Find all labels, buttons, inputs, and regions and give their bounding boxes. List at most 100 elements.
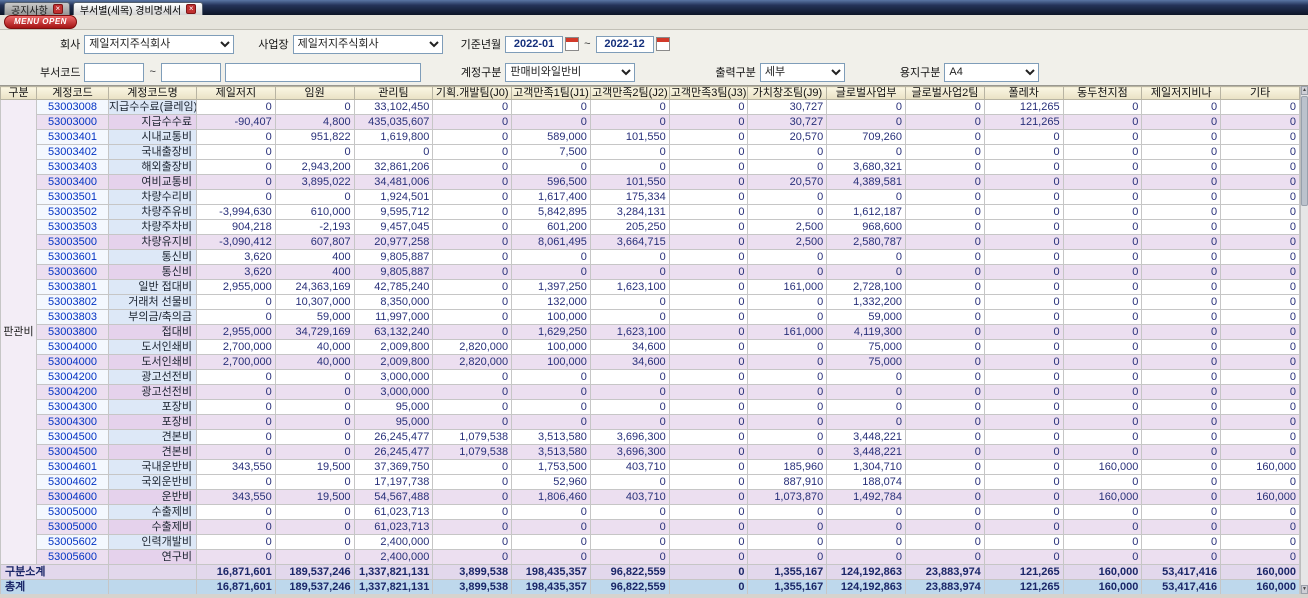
- amount-cell: 0: [432, 174, 513, 190]
- table-row[interactable]: 53005600 연구비 0 0 2,400,000 0 0 0 0 0 0 0 0 0 0 0: [1, 549, 1300, 565]
- period-label: 기준년월: [460, 39, 502, 51]
- amount-cell: 0: [196, 414, 276, 430]
- amount-cell: 343,550: [196, 459, 276, 475]
- account-name-cell: 시내교통비: [108, 129, 197, 145]
- table-row[interactable]: 53004500 견본비 0 0 26,245,477 1,079,538 3,513,58…: [1, 444, 1300, 460]
- table-row[interactable]: 53003803 부의금/축의금 0 59,000 11,997,000 0 100,000…: [1, 309, 1300, 325]
- amount-cell: 0: [1220, 384, 1300, 400]
- table-row[interactable]: 53003801 일반 접대비 2,955,000 24,363,169 42,785,…: [1, 279, 1300, 295]
- amount-cell: 1,304,710: [826, 459, 907, 475]
- table-row[interactable]: 53004600 운반비 343,550 19,500 54,567,488 0 1,806…: [1, 489, 1300, 505]
- amount-cell: 3,899,538: [432, 579, 513, 594]
- amount-cell: 42,785,240: [353, 279, 434, 295]
- table-row[interactable]: 53004500 견본비 0 0 26,245,477 1,079,538 3,513,58…: [1, 429, 1300, 445]
- amount-cell: 26,245,477: [353, 444, 434, 460]
- amount-cell: 4,389,581: [826, 174, 907, 190]
- account-type-label: 계정구분: [460, 67, 502, 79]
- table-row[interactable]: 53003400 여비교통비 0 3,895,022 34,481,006 0 596,50…: [1, 174, 1300, 190]
- amount-cell: 0: [905, 534, 985, 550]
- table-row[interactable]: 53003403 해외출장비 0 2,943,200 32,861,206 0 0 0 0 0 3,…: [1, 159, 1300, 175]
- calendar-icon[interactable]: [655, 37, 670, 51]
- table-row[interactable]: 53004000 도서인쇄비 2,700,000 40,000 2,009,800 2,8…: [1, 339, 1300, 355]
- site-select[interactable]: 제일저지주식회사: [292, 34, 443, 54]
- amount-cell: 0: [589, 264, 670, 280]
- table-row[interactable]: 53005602 인력개발비 0 0 2,400,000 0 0 0 0 0 0 0 0 0 0 0: [1, 534, 1300, 550]
- amount-cell: 0: [668, 294, 749, 310]
- table-row[interactable]: 53003601 통신비 3,620 400 9,805,887 0 0 0 0 0 0 0 0 0 0 0: [1, 249, 1300, 265]
- close-icon[interactable]: ×: [186, 4, 197, 14]
- account-name-cell: 일반 접대비: [108, 279, 197, 295]
- amount-cell: 0: [589, 114, 670, 130]
- paper-type-select[interactable]: A4: [944, 62, 1040, 82]
- amount-cell: 75,000: [826, 354, 907, 370]
- table-row[interactable]: 53004300 포장비 0 0 95,000 0 0 0 0 0 0 0 0 0 0 0: [1, 399, 1300, 415]
- amount-cell: 0: [274, 534, 355, 550]
- amount-cell: 0: [905, 414, 985, 430]
- table-row[interactable]: 53004200 광고선전비 0 0 3,000,000 0 0 0 0 0 0 0 0 0 0 0: [1, 369, 1300, 385]
- calendar-icon[interactable]: [565, 37, 580, 51]
- filter-row-1: 회사 제일저지주식회사 사업장 제일저지주식회사 기준년월 ~: [0, 30, 1308, 58]
- scroll-down-arrow[interactable]: ▼: [1301, 585, 1308, 594]
- tab-expense-report[interactable]: 부서별(세목) 경비명세서 ×: [72, 2, 204, 17]
- amount-cell: 8,350,000: [353, 294, 434, 310]
- account-name-cell: 여비교통비: [108, 174, 197, 190]
- dept-name-display[interactable]: [224, 62, 421, 82]
- table-row[interactable]: 53003800 접대비 2,955,000 34,729,169 63,132,240…: [1, 324, 1300, 340]
- amount-cell: 0: [1062, 174, 1143, 190]
- amount-cell: 0: [432, 264, 513, 280]
- amount-cell: 0: [668, 174, 749, 190]
- amount-cell: 0: [1220, 294, 1300, 310]
- table-row[interactable]: 53003401 시내교통비 0 951,822 1,619,800 0 589,000 10…: [1, 129, 1300, 145]
- amount-cell: 0: [668, 234, 749, 250]
- amount-cell: 968,600: [826, 219, 907, 235]
- table-row[interactable]: 53004200 광고선전비 0 0 3,000,000 0 0 0 0 0 0 0 0 0 0 0: [1, 384, 1300, 400]
- amount-cell: 0: [1220, 219, 1300, 235]
- amount-cell: 0: [432, 279, 513, 295]
- table-row[interactable]: 53003600 통신비 3,620 400 9,805,887 0 0 0 0 0 0 0 0 0 0 0: [1, 264, 1300, 280]
- amount-cell: 0: [747, 399, 828, 415]
- menu-open-button[interactable]: MENU OPEN: [4, 15, 77, 29]
- close-icon[interactable]: ×: [52, 4, 63, 14]
- table-row[interactable]: 53003802 거래처 선물비 0 10,307,000 8,350,000 0 132,…: [1, 294, 1300, 310]
- amount-cell: 0: [1062, 399, 1143, 415]
- amount-cell: 100,000: [511, 339, 591, 355]
- table-row[interactable]: 53003501 차량수리비 0 0 1,924,501 0 1,617,400 175,33…: [1, 189, 1300, 205]
- table-row[interactable]: 53003000 지급수수료 -90,407 4,800 435,035,607 0 0 0 0…: [1, 114, 1300, 130]
- table-row[interactable]: 53005000 수출제비 0 0 61,023,713 0 0 0 0 0 0 0 0 0 0 0: [1, 504, 1300, 520]
- table-row[interactable]: 53003503 차량주차비 904,218 -2,193 9,457,045 0 601,…: [1, 219, 1300, 235]
- vertical-scrollbar[interactable]: ▲ ▼: [1300, 86, 1308, 594]
- amount-cell: 0: [668, 279, 749, 295]
- table-row[interactable]: 53005000 수출제비 0 0 61,023,713 0 0 0 0 0 0 0 0 0 0 0: [1, 519, 1300, 535]
- expense-table: 구분 계정코드 계정코드명 제일저지 임원 관리팀 기획.개발팀(J0) 고객만족1팀(J1)…: [0, 86, 1300, 594]
- table-row[interactable]: 53003502 차량주유비 -3,994,630 610,000 9,595,712 0…: [1, 204, 1300, 220]
- table-row[interactable]: 판관비 53003008 지급수수료(클레임) 0 0 33,102,450 0 0 0 0 30,…: [0, 99, 1300, 565]
- amount-cell: 1,629,250: [511, 324, 591, 340]
- table-row[interactable]: 53004601 국내운반비 343,550 19,500 37,369,750 0 1,7…: [1, 459, 1300, 475]
- table-row[interactable]: 53003500 차량유지비 -3,090,412 607,807 20,977,258…: [1, 234, 1300, 250]
- tab-notice[interactable]: 공지사항 ×: [4, 2, 70, 17]
- company-select[interactable]: 제일저지주식회사: [84, 34, 235, 54]
- amount-cell: 0: [1141, 339, 1222, 355]
- period-from-input[interactable]: [505, 35, 564, 53]
- table-row[interactable]: 53004602 국외운반비 0 0 17,197,738 0 52,960 0 0 887,91…: [1, 474, 1300, 490]
- footer-empty-cell: [108, 579, 197, 594]
- column-header: 기타: [1220, 86, 1300, 100]
- dept-code-from-input[interactable]: [84, 62, 145, 82]
- dept-code-to-input[interactable]: [160, 62, 221, 82]
- account-type-select[interactable]: 판매비와일반비: [505, 62, 636, 82]
- account-code-cell: 53003400: [36, 174, 109, 190]
- amount-cell: 3,000,000: [353, 384, 434, 400]
- amount-cell: 0: [747, 354, 828, 370]
- amount-cell: 52,960: [511, 474, 591, 490]
- table-row[interactable]: 53003402 국내출장비 0 0 0 0 7,500 0 0 0 0 0 0 0 0 0: [1, 144, 1300, 160]
- amount-cell: 188,074: [826, 474, 907, 490]
- scrollbar-thumb[interactable]: [1301, 96, 1308, 206]
- amount-cell: 0: [747, 369, 828, 385]
- table-row[interactable]: 53004000 도서인쇄비 2,700,000 40,000 2,009,800 2,8…: [1, 354, 1300, 370]
- table-row[interactable]: 53004300 포장비 0 0 95,000 0 0 0 0 0 0 0 0 0 0 0: [1, 414, 1300, 430]
- output-type-select[interactable]: 세부: [759, 62, 845, 82]
- period-to-input[interactable]: [595, 35, 654, 53]
- scroll-up-arrow[interactable]: ▲: [1301, 86, 1308, 95]
- amount-cell: 0: [747, 249, 828, 265]
- amount-cell: 0: [1141, 234, 1222, 250]
